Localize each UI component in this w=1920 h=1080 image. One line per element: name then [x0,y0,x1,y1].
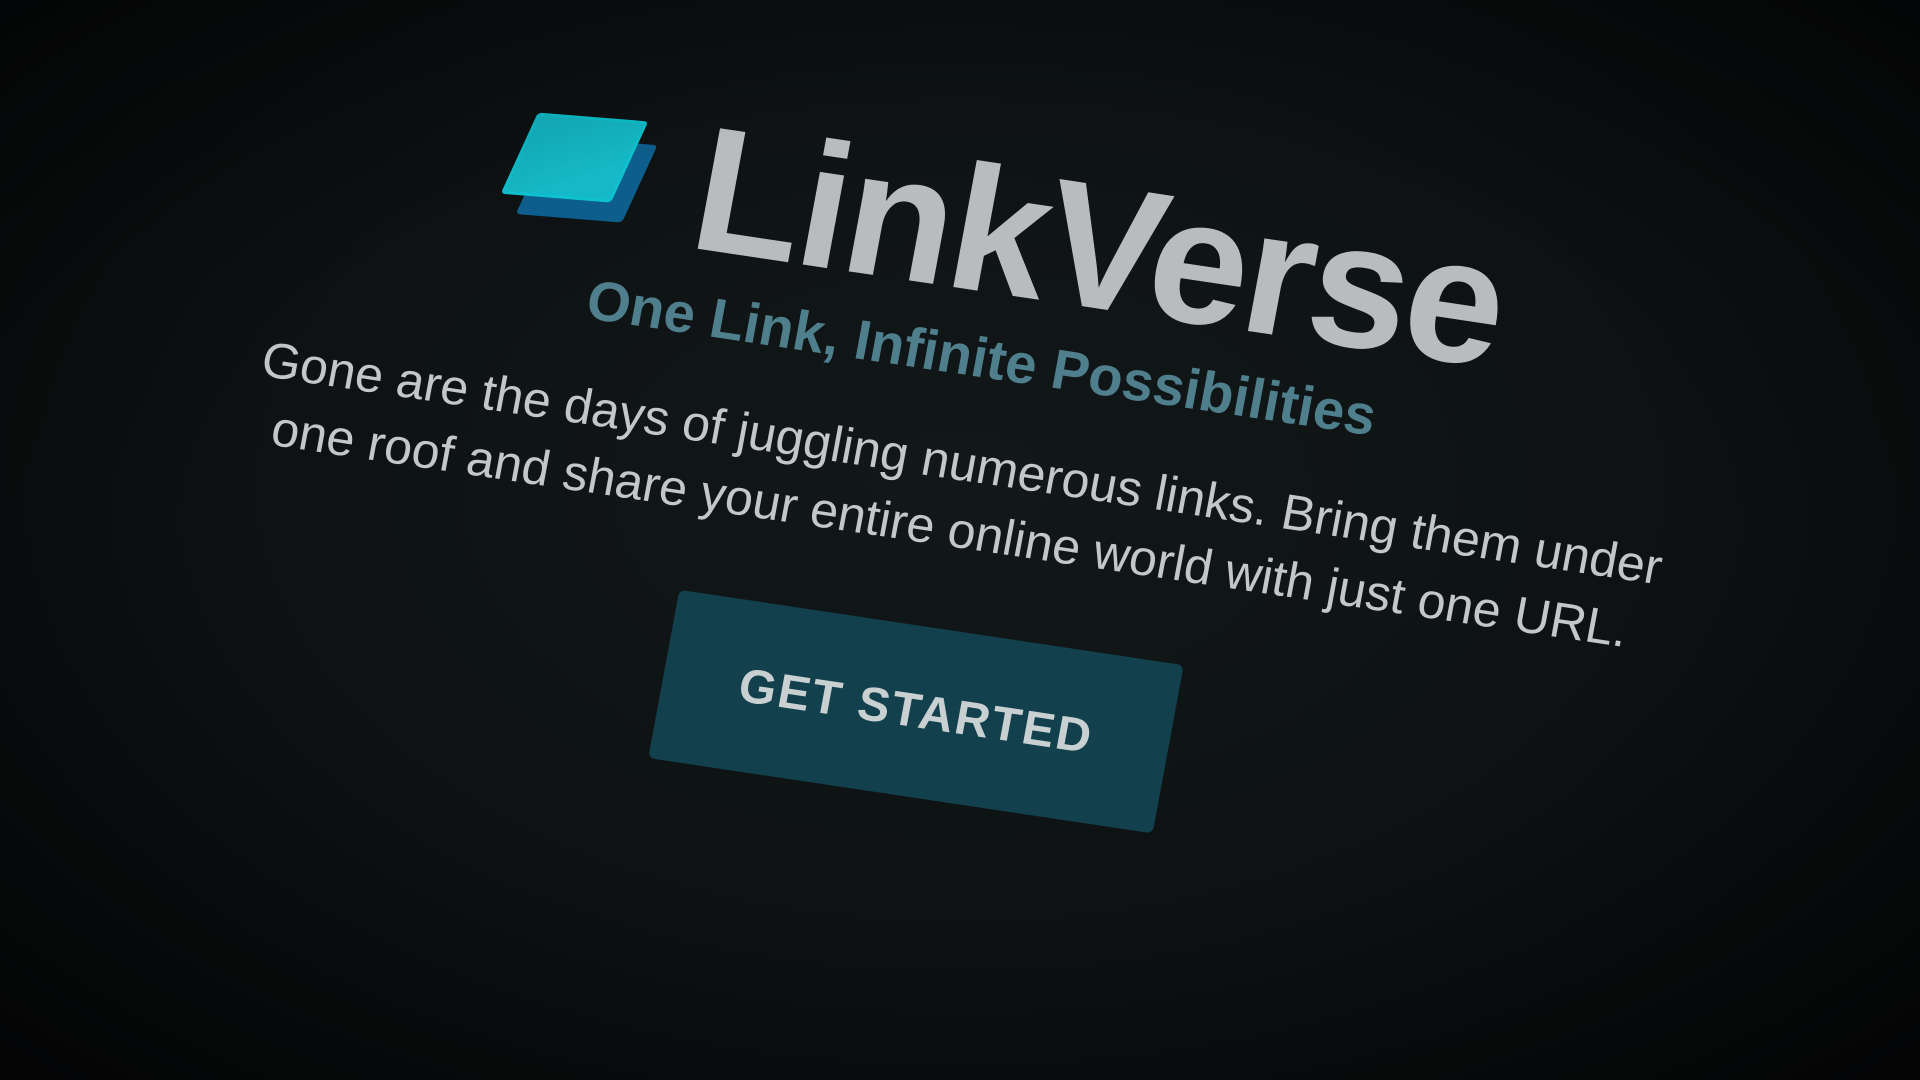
layered-squares-logo-icon [496,100,666,240]
get-started-button[interactable]: GET STARTED [648,590,1184,834]
hero-section: LinkVerse One Link, Infinite Possibiliti… [89,14,1833,917]
hero-stage: LinkVerse One Link, Infinite Possibiliti… [55,14,1834,1080]
landing-page: LinkVerse One Link, Infinite Possibiliti… [0,0,1920,1080]
